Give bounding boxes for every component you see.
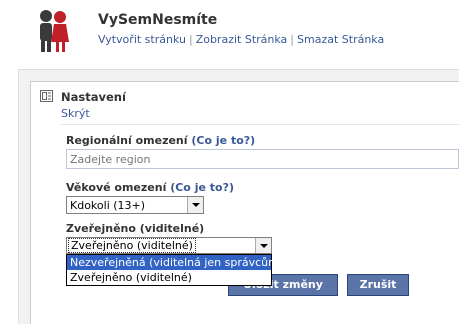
delete-page-link[interactable]: Smazat Stránka — [297, 33, 384, 46]
cancel-button[interactable]: Zrušit — [347, 274, 409, 296]
app-title: VySemNesmíte — [98, 12, 218, 28]
age-label: Věkové omezení (Co je to?) — [66, 181, 234, 194]
region-label-text: Regionální omezení — [66, 134, 188, 147]
published-select[interactable]: Zveřejněno (viditelné) — [66, 237, 272, 254]
published-dropdown-list: Nezveřejněná (viditelná jen správcům) Zv… — [66, 254, 283, 286]
panel-title: Nastavení — [61, 90, 126, 104]
region-input[interactable] — [66, 149, 459, 169]
view-page-link[interactable]: Zobrazit Stránka — [196, 33, 288, 46]
region-help-link[interactable]: (Co je to?) — [191, 134, 255, 147]
region-label: Regionální omezení (Co je to?) — [66, 134, 255, 147]
age-label-text: Věkové omezení — [66, 181, 167, 194]
link-separator: | — [188, 33, 193, 46]
link-separator: | — [290, 33, 295, 46]
divider — [61, 124, 459, 125]
people-avatar-icon — [40, 10, 69, 52]
dropdown-arrow-icon[interactable] — [187, 197, 203, 213]
age-select-value: Kdokoli (13+) — [70, 199, 146, 212]
create-page-link[interactable]: Vytvořit stránku — [98, 33, 186, 46]
published-label: Zveřejněno (viditelné) — [66, 222, 205, 235]
hide-link[interactable]: Skrýt — [61, 107, 90, 120]
dropdown-arrow-icon[interactable] — [255, 238, 271, 253]
page-header: VySemNesmíte Vytvořit stránku | Zobrazit S… — [0, 0, 459, 64]
page-action-links: Vytvořit stránku | Zobrazit Stránka | Smazat… — [98, 33, 384, 46]
published-select-value: Zveřejněno (viditelné) — [68, 238, 196, 253]
option-published[interactable]: Zveřejněno (viditelné) — [67, 270, 271, 285]
age-select[interactable]: Kdokoli (13+) — [66, 196, 204, 214]
option-unpublished[interactable]: Nezveřejněná (viditelná jen správcům) — [67, 255, 283, 270]
settings-panel-icon — [40, 90, 53, 102]
age-help-link[interactable]: (Co je to?) — [170, 181, 234, 194]
